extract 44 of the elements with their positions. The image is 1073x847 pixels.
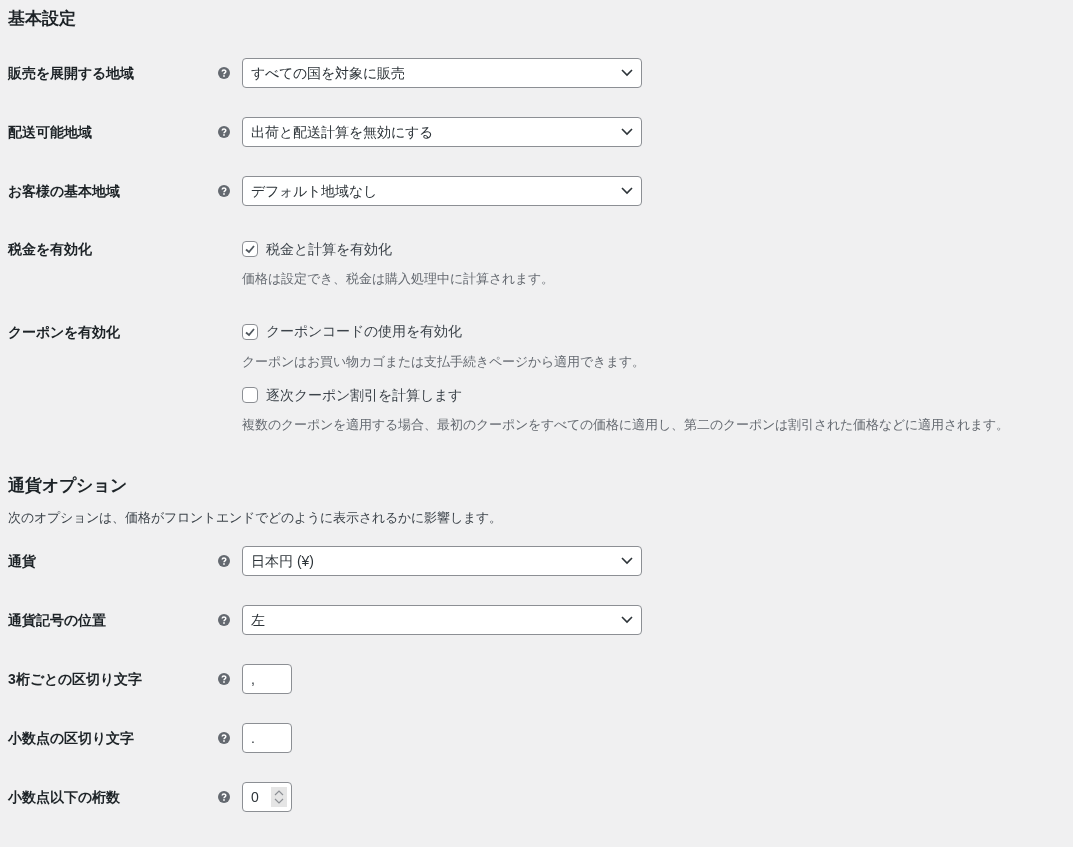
field-label: 3桁ごとの区切り文字	[8, 670, 143, 689]
section-description: 次のオプションは、価格がフロントエンドでどのように表示されるかに影響します。	[8, 508, 503, 527]
select-field[interactable]: 出荷と配送計算を無効にする	[242, 117, 642, 147]
help-icon[interactable]	[218, 791, 230, 803]
help-icon[interactable]	[218, 126, 230, 138]
field-label: 配送可能地域	[8, 123, 93, 142]
select-field[interactable]: デフォルト地域なし	[242, 176, 642, 206]
field-description: 価格は設定でき、税金は購入処理中に計算されます。	[242, 270, 554, 288]
section-title: 基本設定	[8, 8, 77, 30]
select-field[interactable]: 左	[242, 605, 642, 635]
spinner-icon[interactable]	[271, 787, 287, 807]
field-label: 通貨	[8, 552, 37, 571]
field-label: 小数点の区切り文字	[8, 729, 135, 748]
field-description: 複数のクーポンを適用する場合、最初のクーポンをすべての価格に適用し、第二のクーポンは割引された価格などに適用されます。	[242, 416, 1009, 434]
help-icon[interactable]	[218, 185, 230, 197]
field-label: クーポンを有効化	[8, 322, 121, 342]
field-description: クーポンはお買い物カゴまたは支払手続きページから適用できます。	[242, 352, 646, 371]
help-icon[interactable]	[218, 673, 230, 685]
checkbox-label[interactable]: クーポンコードの使用を有効化	[266, 321, 462, 342]
number-field[interactable]: 0	[242, 782, 292, 812]
field-label: 販売を展開する地域	[8, 64, 135, 83]
checkbox[interactable]	[242, 387, 258, 403]
chevron-down-icon	[621, 69, 633, 77]
select-field[interactable]: すべての国を対象に販売	[242, 58, 642, 88]
chevron-down-icon	[621, 557, 633, 565]
chevron-down-icon	[621, 616, 633, 624]
help-icon[interactable]	[218, 555, 230, 567]
help-icon[interactable]	[218, 614, 230, 626]
checkbox-label[interactable]: 税金と計算を有効化	[266, 238, 392, 260]
select-field[interactable]: 日本円 (¥)	[242, 546, 642, 576]
input-field[interactable]: ,	[242, 664, 292, 694]
chevron-down-icon	[621, 128, 633, 136]
checkbox-label[interactable]: 逐次クーポン割引を計算します	[266, 384, 462, 406]
section-title: 通貨オプション	[8, 474, 128, 497]
checkbox[interactable]	[242, 241, 258, 257]
help-icon[interactable]	[218, 732, 230, 744]
help-icon[interactable]	[218, 67, 230, 79]
field-label: 小数点以下の桁数	[8, 788, 121, 807]
checkbox[interactable]	[242, 323, 258, 340]
field-label: 通貨記号の位置	[8, 611, 107, 630]
field-label: 税金を有効化	[8, 240, 93, 259]
input-field[interactable]: .	[242, 723, 292, 753]
field-label: お客様の基本地域	[8, 182, 121, 201]
chevron-down-icon	[621, 187, 633, 195]
